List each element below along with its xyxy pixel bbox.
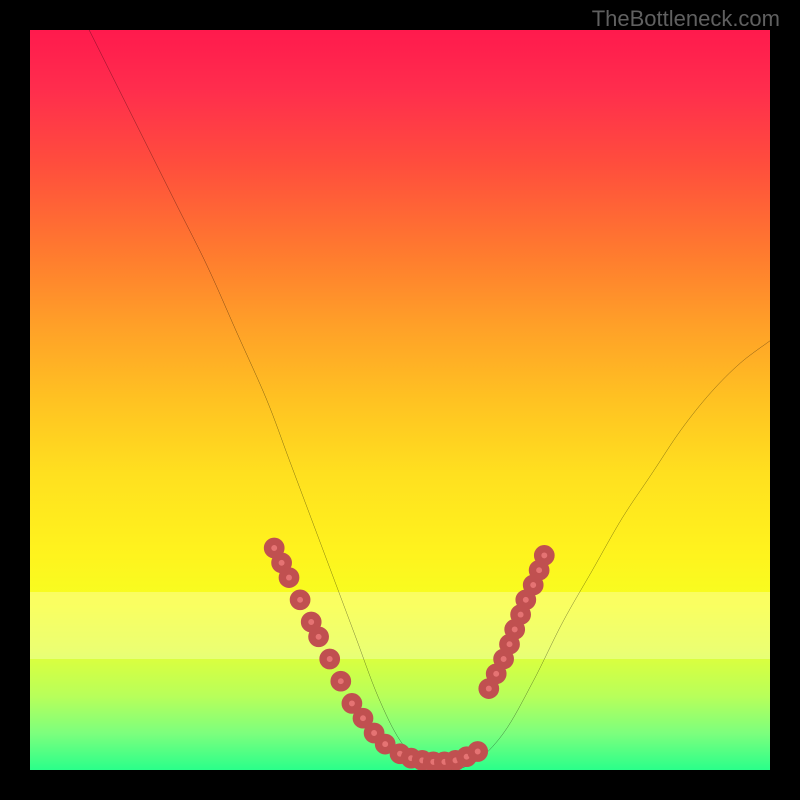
bottleneck-chart-svg <box>30 30 770 770</box>
marker-cluster-right <box>482 549 551 696</box>
data-marker <box>482 682 495 695</box>
data-marker <box>379 737 392 750</box>
data-marker <box>356 712 369 725</box>
data-marker <box>312 630 325 643</box>
chart-plot-area <box>30 30 770 770</box>
data-marker <box>305 615 318 628</box>
data-marker <box>268 541 281 554</box>
data-marker <box>538 549 551 562</box>
data-marker <box>471 745 484 758</box>
marker-cluster-left <box>268 541 392 750</box>
data-marker <box>282 571 295 584</box>
data-marker <box>345 697 358 710</box>
data-marker <box>519 593 532 606</box>
data-marker <box>275 556 288 569</box>
data-marker <box>293 593 306 606</box>
data-marker <box>323 652 336 665</box>
data-marker <box>334 675 347 688</box>
data-marker <box>490 667 503 680</box>
bottleneck-curve-line <box>89 30 770 770</box>
marker-cluster-bottom <box>393 745 484 769</box>
attribution-text: TheBottleneck.com <box>592 6 780 32</box>
